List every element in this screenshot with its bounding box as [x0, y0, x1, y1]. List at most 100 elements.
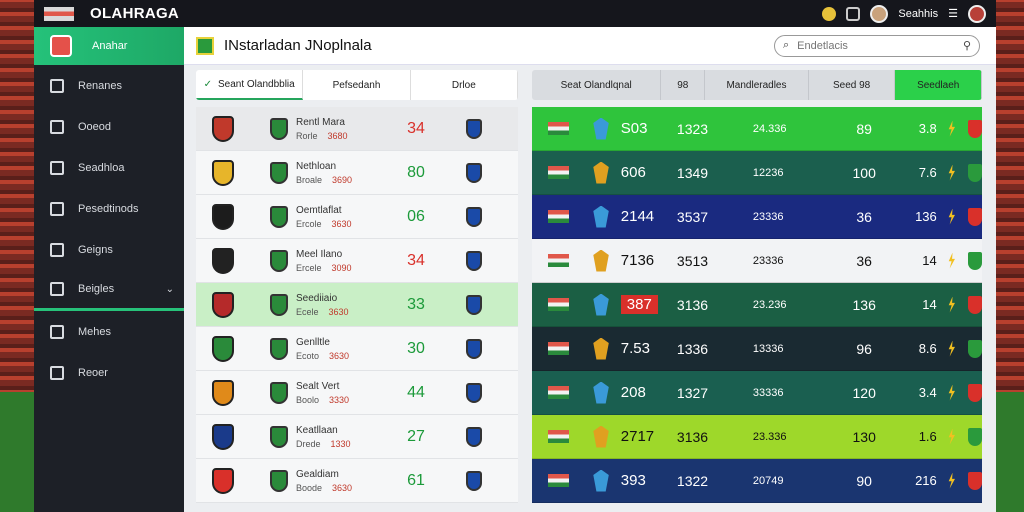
- team-crest-icon: [212, 423, 234, 450]
- top-bar: OLAHRAGA Seahhis ☰: [34, 0, 996, 27]
- tab-standings[interactable]: ✓ Seant Olandbblia: [196, 70, 304, 100]
- table-row[interactable]: 393 1322 20749 90 216: [532, 459, 982, 503]
- tab-standings-right[interactable]: Seat Olandlqnal: [532, 70, 662, 100]
- team-crest-icon: [593, 469, 609, 492]
- team-crest-icon: [593, 161, 609, 184]
- sidebar-item[interactable]: Seadhloa: [34, 147, 184, 188]
- tab-stats[interactable]: Mandleradles: [705, 70, 809, 100]
- sidebar-item[interactable]: Mehes: [34, 311, 184, 352]
- tab-label: Seant Olandbblia: [217, 78, 295, 90]
- bolt-icon: [948, 252, 955, 269]
- stat-value-4: 90: [856, 472, 872, 489]
- tab-draw[interactable]: Drloe: [411, 70, 518, 100]
- stat-value-4: 120: [852, 384, 876, 401]
- news-icon: [50, 324, 64, 339]
- table-row[interactable]: 2717 3136 23.336 130 1.6: [532, 415, 982, 459]
- sidebar-item[interactable]: Pesedtinods: [34, 188, 184, 229]
- team-info: Nethloan Broale 3690: [296, 161, 376, 185]
- tab-performance[interactable]: Pefsedanh: [303, 70, 411, 100]
- search-input[interactable]: [797, 39, 955, 52]
- settings-icon[interactable]: [822, 6, 837, 21]
- sidebar-item[interactable]: Reoer: [34, 352, 184, 393]
- profile-icon[interactable]: [968, 4, 986, 23]
- table-row[interactable]: 606 1349 12236 100 7.6: [532, 151, 982, 195]
- table-row[interactable]: Genlltle Ecoto 3630 30: [196, 327, 518, 371]
- match-score: 33: [407, 295, 425, 313]
- table-row[interactable]: Nethloan Broale 3690 80: [196, 151, 518, 195]
- rival-crest-icon: [968, 295, 982, 314]
- bolt-icon: [948, 472, 955, 489]
- tab-seedlaeh[interactable]: Seedlaeh: [895, 70, 982, 100]
- table-row[interactable]: Sealt Vert Boolo 3330 44: [196, 371, 518, 415]
- table-row[interactable]: Oemtlaflat Ercole 3630 06: [196, 195, 518, 239]
- schedule-icon: [50, 160, 64, 175]
- sidebar-item-label: Geigns: [78, 243, 113, 256]
- team-info: Gealdiam Boode 3630: [296, 469, 376, 493]
- tab-label: Seat Olandlqnal: [560, 79, 632, 91]
- table-row[interactable]: Keatllaan Drede 1330 27: [196, 415, 518, 459]
- league-icon: [50, 282, 64, 296]
- opponent-crest-icon: [270, 337, 288, 360]
- table-row[interactable]: Gealdiam Boode 3630 61: [196, 459, 518, 503]
- stat-value-2: 1322: [676, 472, 709, 489]
- stats-icon: [50, 365, 64, 380]
- table-row[interactable]: Meel Ilano Ercele 3090 34: [196, 239, 518, 283]
- team-meta: Ercole 3630: [296, 219, 376, 229]
- table-row[interactable]: 2144 3537 23336 36 136: [532, 195, 982, 239]
- team-crest-icon: [212, 247, 234, 274]
- table-row[interactable]: 387 3136 23.236 136 14: [532, 283, 982, 327]
- opponent-crest-icon: [270, 293, 288, 316]
- next-opponent-crest-icon: [466, 338, 482, 359]
- search-icon: ⌕: [783, 39, 790, 51]
- sidebar-header-label: Anahar: [92, 40, 128, 52]
- menu-icon[interactable]: ☰: [948, 7, 958, 20]
- table-row[interactable]: Seediiaio Ecele 3630 33: [196, 283, 518, 327]
- sidebar-item[interactable]: Ooeod: [34, 106, 184, 147]
- stat-value-5: 8.6: [918, 341, 937, 356]
- stat-value-4: 136: [852, 296, 876, 313]
- table-row[interactable]: Rentl Mara Rorle 3680 34: [196, 107, 518, 151]
- team-meta: Ecele 3630: [296, 307, 376, 317]
- sidebar-header[interactable]: Anahar: [34, 27, 184, 65]
- opponent-crest-icon: [270, 117, 288, 140]
- flag-icon: [548, 210, 570, 223]
- tab-seed[interactable]: Seed 98: [809, 70, 896, 100]
- bolt-icon: [948, 340, 955, 357]
- meta-value: 3330: [329, 394, 350, 405]
- team-info: Rentl Mara Rorle 3680: [296, 117, 376, 141]
- stat-value-3: 23336: [752, 210, 784, 223]
- right-tabs: Seat Olandlqnal 98 Mandleradles Seed 98 …: [532, 70, 982, 100]
- team-meta: Ecoto 3630: [296, 351, 376, 361]
- flag-icon: [548, 122, 570, 135]
- sidebar-item[interactable]: Renanes: [34, 65, 184, 106]
- notification-icon[interactable]: [846, 6, 861, 21]
- stat-value-1: S03: [620, 120, 648, 137]
- avatar[interactable]: [870, 4, 889, 23]
- sidebar-item[interactable]: Beigles ⌄: [34, 270, 184, 311]
- stat-value-5: 7.6: [918, 165, 937, 180]
- team-name: Oemtlaflat: [296, 204, 342, 216]
- stat-value-2: 1349: [676, 164, 709, 181]
- stat-value-1: 2144: [620, 208, 655, 225]
- sidebar-item-label: Ooeod: [78, 120, 112, 133]
- main-panel: INstarladan JNoplnala ⌕ ⚲ ✓ Seant Olandbb…: [184, 27, 996, 512]
- flag-icon: [548, 342, 570, 355]
- stat-value-2: 1323: [676, 120, 709, 137]
- opponent-crest-icon: [270, 381, 288, 404]
- table-row[interactable]: 7.53 1336 13336 96 8.6: [532, 327, 982, 371]
- flag-icon: [548, 298, 570, 311]
- sidebar-item-label: Reoer: [78, 366, 108, 379]
- stat-value-5: 1.6: [918, 429, 937, 444]
- team-crest-icon: [212, 467, 234, 494]
- user-name[interactable]: Seahhis: [898, 8, 938, 20]
- table-row[interactable]: S03 1323 24.336 89 3.8: [532, 107, 982, 151]
- tab-number[interactable]: 98: [661, 70, 706, 100]
- filter-icon[interactable]: ⚲: [963, 39, 971, 52]
- table-row[interactable]: 208 1327 33336 120 3.4: [532, 371, 982, 415]
- stat-value-3: 12236: [752, 166, 784, 179]
- stat-value-5: 136: [915, 209, 937, 224]
- sidebar-item[interactable]: Geigns: [34, 229, 184, 270]
- stat-value-1: 387: [609, 295, 677, 314]
- table-row[interactable]: 7136 3513 23336 36 14: [532, 239, 982, 283]
- search-bar[interactable]: ⌕ ⚲: [774, 34, 980, 57]
